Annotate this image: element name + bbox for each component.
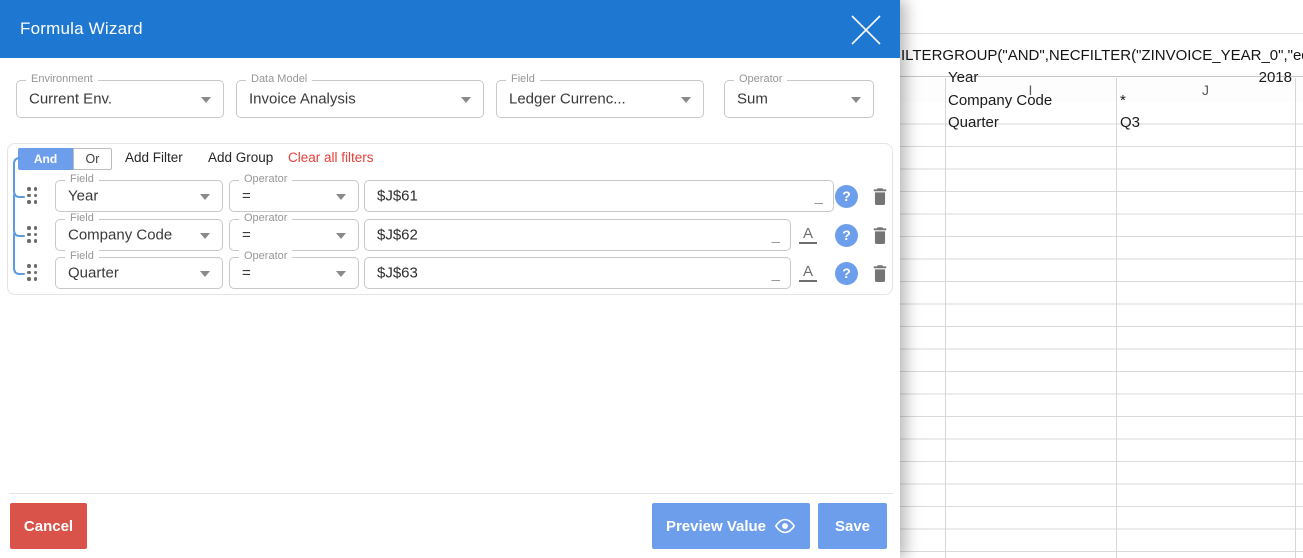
clear-all-filters-button[interactable]: Clear all filters xyxy=(288,150,374,165)
preview-value-label: Preview Value xyxy=(665,517,767,535)
drag-handle-icon[interactable] xyxy=(27,187,37,204)
spreadsheet-pane: ILTERGROUP("AND",NECFILTER("ZINVOICE_YEA… xyxy=(900,0,1303,558)
filter-value-input[interactable]: $J$61 _ xyxy=(364,180,834,212)
cell-label[interactable]: Company Code xyxy=(948,90,1113,112)
filter-operator-value: = xyxy=(242,187,251,205)
filter-operator-value: = xyxy=(242,226,251,244)
drag-handle-icon[interactable] xyxy=(27,264,37,281)
cell-label[interactable]: Year xyxy=(948,67,1113,89)
grid-line xyxy=(945,78,946,558)
filter-value-text: $J$61 xyxy=(377,187,418,205)
chevron-down-icon xyxy=(200,194,210,200)
footer-divider xyxy=(9,493,893,494)
trash-icon[interactable] xyxy=(869,262,891,284)
chevron-down-icon xyxy=(336,194,346,200)
filter-operator-label: Operator xyxy=(239,212,293,224)
filter-operator-select[interactable]: Operator = xyxy=(229,173,359,212)
formula-text: ILTERGROUP("AND",NECFILTER("ZINVOICE_YEA… xyxy=(901,47,1303,64)
operator-label: Operator xyxy=(734,73,788,85)
filter-operator-value: = xyxy=(242,264,251,282)
grid-line xyxy=(1295,78,1296,558)
help-icon[interactable]: ? xyxy=(835,224,858,247)
add-filter-button[interactable]: Add Filter xyxy=(125,150,183,165)
filter-row: Field Quarter Operator = $J$63 _ A ? xyxy=(8,250,892,290)
or-toggle-button[interactable]: Or xyxy=(73,148,112,170)
chevron-down-icon xyxy=(200,233,210,239)
filter-operator-select[interactable]: Operator = xyxy=(229,250,359,289)
sheet-grid[interactable] xyxy=(900,102,1303,558)
cell-label[interactable]: Quarter xyxy=(948,112,1113,134)
environment-value: Current Env. xyxy=(29,90,113,108)
filter-row: Field Year Operator = $J$61 _ ? xyxy=(8,173,892,213)
data-model-select[interactable]: Data Model Invoice Analysis xyxy=(236,73,484,118)
filter-value-text: $J$62 xyxy=(377,226,418,244)
chevron-down-icon xyxy=(461,97,471,103)
cancel-button[interactable]: Cancel xyxy=(10,503,87,549)
cursor-underscore: _ xyxy=(814,189,823,206)
sheet-row-year[interactable]: Year 2018 xyxy=(900,67,1303,89)
filter-builder: And Or Add Filter Add Group Clear all fi… xyxy=(7,143,893,295)
filter-field-label: Field xyxy=(65,212,99,224)
trash-icon[interactable] xyxy=(869,185,891,207)
cell-value[interactable]: 2018 xyxy=(1120,67,1292,89)
environment-label: Environment xyxy=(26,73,98,85)
chevron-down-icon xyxy=(201,97,211,103)
text-format-icon[interactable]: A xyxy=(799,225,817,244)
chevron-down-icon xyxy=(681,97,691,103)
dialog-header: Formula Wizard xyxy=(0,0,900,58)
field-label: Field xyxy=(506,73,540,85)
chevron-down-icon xyxy=(336,271,346,277)
close-icon[interactable] xyxy=(848,12,884,48)
filter-field-value: Company Code xyxy=(68,226,173,244)
grid-line xyxy=(1116,78,1117,558)
cell-value[interactable]: Q3 xyxy=(1120,112,1292,134)
data-model-label: Data Model xyxy=(246,73,313,85)
filter-value-input[interactable]: $J$63 _ xyxy=(364,257,791,289)
filter-field-select[interactable]: Field Company Code xyxy=(55,212,223,251)
formula-pre: ILTERGROUP("AND",NECFILTER("ZINVOICE_YEA… xyxy=(901,47,1303,64)
trash-icon[interactable] xyxy=(869,224,891,246)
eye-icon xyxy=(774,518,796,534)
filter-value-text: $J$63 xyxy=(377,264,418,282)
operator-select[interactable]: Operator Sum xyxy=(724,73,874,118)
filter-operator-select[interactable]: Operator = xyxy=(229,212,359,251)
filter-field-select[interactable]: Field Quarter xyxy=(55,250,223,289)
drag-handle-icon[interactable] xyxy=(27,226,37,243)
cell-value[interactable]: * xyxy=(1120,90,1292,112)
save-button[interactable]: Save xyxy=(818,503,887,549)
chevron-down-icon xyxy=(336,233,346,239)
help-icon[interactable]: ? xyxy=(835,262,858,285)
sheet-row-company-code[interactable]: Company Code * xyxy=(900,90,1303,112)
operator-value: Sum xyxy=(737,90,768,108)
preview-value-button[interactable]: Preview Value xyxy=(652,503,810,549)
filter-field-value: Quarter xyxy=(68,264,119,282)
filter-operator-label: Operator xyxy=(239,173,293,185)
add-group-button[interactable]: Add Group xyxy=(208,150,273,165)
environment-select[interactable]: Environment Current Env. xyxy=(16,73,224,118)
filter-field-label: Field xyxy=(65,173,99,185)
filter-field-value: Year xyxy=(68,187,99,205)
chevron-down-icon xyxy=(851,97,861,103)
sheet-row-quarter[interactable]: Quarter Q3 xyxy=(900,112,1303,134)
formula-wizard-dialog: Formula Wizard Environment Current Env. … xyxy=(0,0,900,558)
and-or-toggle: And Or xyxy=(18,148,112,170)
help-icon[interactable]: ? xyxy=(835,185,858,208)
filter-value-input[interactable]: $J$62 _ xyxy=(364,219,791,251)
field-value: Ledger Currenc... xyxy=(509,90,626,108)
cursor-underscore: _ xyxy=(771,228,780,245)
filter-operator-label: Operator xyxy=(239,250,293,262)
field-select[interactable]: Field Ledger Currenc... xyxy=(496,73,704,118)
filter-field-label: Field xyxy=(65,250,99,262)
filter-row: Field Company Code Operator = $J$62 _ A … xyxy=(8,212,892,252)
chevron-down-icon xyxy=(200,271,210,277)
cursor-underscore: _ xyxy=(771,266,780,283)
filter-field-select[interactable]: Field Year xyxy=(55,173,223,212)
dialog-title: Formula Wizard xyxy=(20,19,143,38)
data-model-value: Invoice Analysis xyxy=(249,90,356,108)
text-format-icon[interactable]: A xyxy=(799,263,817,282)
